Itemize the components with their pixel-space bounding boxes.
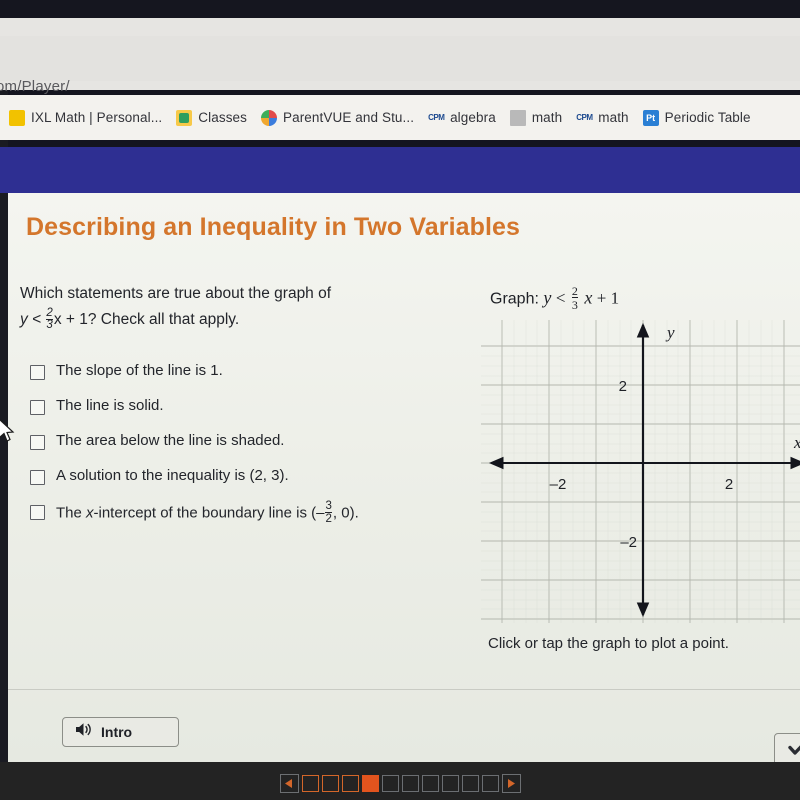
parentvue-icon <box>261 109 277 126</box>
bookmark-parentvue[interactable]: ParentVUE and Stu... <box>254 103 421 133</box>
fraction-numerator: 2 <box>46 306 53 319</box>
bookmark-label: math <box>598 110 629 125</box>
monitor-bezel-top <box>0 0 800 18</box>
fraction-numerator: 2 <box>571 284 578 298</box>
option-row[interactable]: The x-intercept of the boundary line is … <box>30 500 450 525</box>
bookmark-label: math <box>531 110 563 125</box>
coordinate-plane[interactable]: y x 2 –2 –2 2 <box>481 320 800 623</box>
option-label-post: , 0). <box>332 504 359 522</box>
progress-cell[interactable] <box>421 774 439 792</box>
prev-question-button[interactable] <box>279 773 299 793</box>
graph-heading-fraction: 2 3 <box>571 284 578 312</box>
coordinate-plane-svg[interactable]: y x 2 –2 –2 2 <box>481 320 800 623</box>
speaker-icon <box>75 722 92 742</box>
bookmark-classes[interactable]: Classes <box>169 103 254 133</box>
graph-heading-plus-one: + 1 <box>596 288 620 308</box>
mouse-cursor <box>0 418 16 444</box>
progress-cell[interactable] <box>401 774 419 792</box>
option-fraction: 32 <box>325 500 332 525</box>
ixl-icon <box>9 109 25 126</box>
intro-button[interactable]: Intro <box>62 717 179 747</box>
fine-grid <box>481 320 800 623</box>
y-tick-label-2: 2 <box>619 378 627 395</box>
option-label-pre: The <box>56 504 87 522</box>
x-tick-label-neg2: –2 <box>550 476 567 493</box>
cpm-icon: CPM <box>428 112 445 122</box>
bookmark-label: Periodic Table <box>664 110 751 125</box>
question-expr-suffix: x + 1? Check all that apply. <box>53 311 240 328</box>
periodic-table-icon: Pt <box>642 109 659 126</box>
option-label: The area below the line is shaded. <box>56 432 285 449</box>
progress-cell[interactable] <box>341 774 359 792</box>
graph-heading: Graph: y < 2 3 x + 1 <box>490 285 619 311</box>
question-text: Which statements are true about the grap… <box>20 281 410 333</box>
progress-cell[interactable] <box>381 774 399 792</box>
bookmark-math-2[interactable]: CPM math <box>569 103 635 133</box>
option-row[interactable]: A solution to the inequality is (2, 3). <box>30 466 450 486</box>
question-line-1: Which statements are true about the grap… <box>20 285 332 302</box>
browser-url-bar[interactable] <box>0 36 800 81</box>
bookmark-algebra[interactable]: CPM algebra <box>421 103 503 133</box>
bookmark-label: IXL Math | Personal... <box>31 110 163 125</box>
y-tick-label-neg2: –2 <box>620 534 637 551</box>
y-axis-label: y <box>665 323 675 342</box>
bookmark-label: Classes <box>198 110 247 125</box>
intro-button-label: Intro <box>101 724 133 740</box>
bookmark-label: ParentVUE and Stu... <box>283 110 415 125</box>
progress-cell[interactable] <box>481 774 499 792</box>
answer-options: The slope of the line is 1. The line is … <box>30 361 450 540</box>
browser-chrome <box>0 18 800 90</box>
option-label: A solution to the inequality is (2, 3). <box>56 467 289 484</box>
page-title: Describing an Inequality in Two Variable… <box>26 213 521 241</box>
option-row[interactable]: The slope of the line is 1. <box>30 361 450 381</box>
bookmark-math-1[interactable]: math <box>503 103 569 133</box>
fraction-denominator: 3 <box>571 297 578 312</box>
option-label: The slope of the line is 1. <box>56 362 223 379</box>
screen-photo: om/Player/ IXL Math | Personal... Classe… <box>0 0 800 800</box>
next-question-button[interactable] <box>501 773 521 793</box>
checkbox-x-intercept[interactable] <box>30 505 45 520</box>
x-axis-label: x <box>793 433 800 452</box>
graph-heading-prefix: Graph: <box>490 290 539 308</box>
classes-icon <box>176 109 193 126</box>
graph-caption: Click or tap the graph to plot a point. <box>488 635 729 652</box>
check-icon <box>787 741 800 761</box>
bookmark-label: algebra <box>450 110 496 125</box>
bookmark-periodic-table[interactable]: Pt Periodic Table <box>636 103 758 133</box>
checkbox-area-below[interactable] <box>30 435 45 450</box>
fraction-denominator: 2 <box>325 512 332 525</box>
option-row[interactable]: The line is solid. <box>30 396 450 416</box>
option-label-mid: -intercept of the boundary line is (– <box>93 504 325 522</box>
progress-cell[interactable] <box>441 774 459 792</box>
x-tick-label-2: 2 <box>725 476 733 493</box>
progress-taskbar <box>0 770 800 796</box>
option-label: The x-intercept of the boundary line is … <box>56 500 359 525</box>
graph-heading-operator: < <box>555 288 566 308</box>
grid-lines <box>481 320 800 623</box>
option-row[interactable]: The area below the line is shaded. <box>30 431 450 451</box>
bookmarks-bar: IXL Math | Personal... Classes ParentVUE… <box>0 95 800 140</box>
fraction-numerator: 3 <box>325 500 332 512</box>
url-text: om/Player/ <box>0 78 70 95</box>
checkbox-slope[interactable] <box>30 365 45 380</box>
question-fraction: 2 3 <box>46 306 53 332</box>
fraction-denominator: 3 <box>46 318 53 331</box>
checkbox-solution-point[interactable] <box>30 470 45 485</box>
option-label: The line is solid. <box>56 397 164 414</box>
progress-cell[interactable] <box>461 774 479 792</box>
graph-heading-y: y <box>543 287 552 308</box>
site-banner <box>0 147 800 193</box>
progress-cell-current[interactable] <box>361 774 379 792</box>
checkbox-solid-line[interactable] <box>30 400 45 415</box>
math-icon <box>509 109 526 126</box>
bookmark-ixl-math[interactable]: IXL Math | Personal... <box>2 103 169 133</box>
option-label-var: x <box>86 504 94 522</box>
cpm-icon: CPM <box>576 112 593 122</box>
graph-heading-x: x <box>584 287 593 308</box>
lesson-page: Describing an Inequality in Two Variable… <box>8 193 800 768</box>
progress-cell[interactable] <box>321 774 339 792</box>
footer-divider <box>8 689 800 690</box>
progress-cell[interactable] <box>301 774 319 792</box>
question-expr-prefix: y < <box>20 311 42 328</box>
